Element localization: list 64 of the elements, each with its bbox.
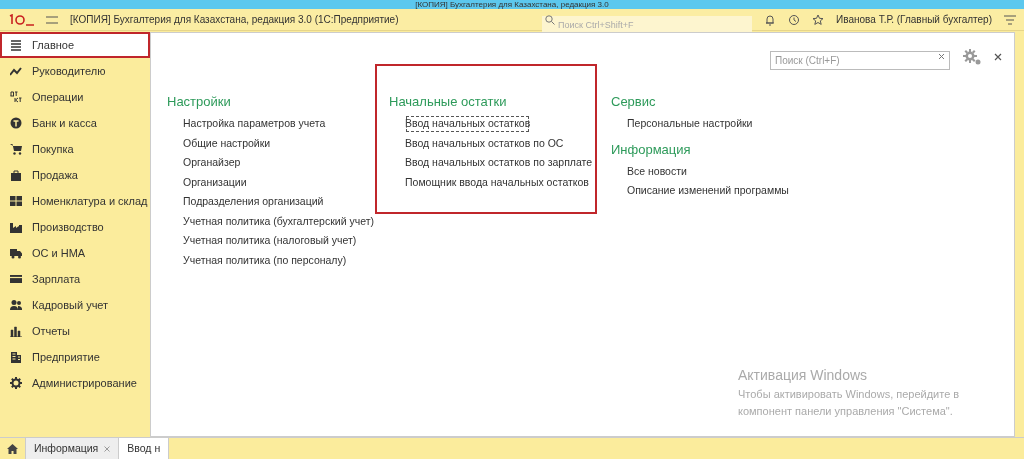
link[interactable]: Ввод начальных остатков по зарплате: [404, 153, 594, 173]
link[interactable]: Учетная политика (бухгалтерский учет): [182, 211, 375, 231]
sidebar-item[interactable]: Зарплата: [0, 266, 150, 292]
link[interactable]: Помощник ввода начальных остатков: [404, 172, 590, 192]
sidebar-item[interactable]: Банк и касса: [0, 110, 150, 136]
sidebar-item[interactable]: Главное: [0, 32, 150, 58]
building-icon: [10, 351, 22, 363]
user-name[interactable]: Иванова Т.Р. (Главный бухгалтер): [836, 12, 992, 27]
card-icon: [10, 273, 22, 285]
coin-icon: [10, 117, 22, 129]
list-icon: [10, 39, 22, 51]
settings-icon[interactable]: [962, 47, 982, 66]
link[interactable]: Организации: [182, 172, 248, 192]
link[interactable]: Общие настройки: [182, 133, 272, 153]
section-heading: Начальные остатки: [389, 93, 507, 111]
close-icon[interactable]: [994, 52, 1002, 61]
link[interactable]: Подразделения организаций: [182, 192, 325, 212]
link[interactable]: Описание изменений программы: [626, 181, 790, 201]
window-title: [КОПИЯ] Бухгалтерия для Казахстана, редакция 3.0: [415, 0, 609, 9]
link[interactable]: Персональные настройки: [626, 114, 754, 134]
search-field[interactable]: Поиск (Ctrl+F): [770, 51, 950, 70]
section-heading: Настройки: [167, 93, 231, 111]
grid-icon: [10, 195, 22, 207]
people-icon: [10, 299, 22, 311]
clear-icon[interactable]: [938, 53, 945, 60]
sidebar-item[interactable]: ОС и НМА: [0, 240, 150, 266]
search-icon: [545, 14, 556, 25]
search-field[interactable]: Поиск Ctrl+Shift+F: [542, 15, 753, 34]
sidebar-item[interactable]: Кадровый учет: [0, 292, 150, 318]
link[interactable]: Учетная политика (по персоналу): [182, 250, 348, 270]
link[interactable]: Все новости: [626, 161, 688, 181]
factory-icon: [10, 221, 22, 233]
sidebar-item[interactable]: Предприятие: [0, 344, 150, 370]
sidebar-item[interactable]: Продажа: [0, 162, 150, 188]
tab[interactable]: Ввод н: [119, 438, 170, 459]
logo-icon: [8, 13, 34, 26]
sidebar-item[interactable]: Администрирование: [0, 370, 150, 396]
app-title: [КОПИЯ] Бухгалтерия для Казахстана, редакция 3.0 (1С:Предприятие): [70, 13, 399, 27]
activation-title: Активация Windows: [738, 366, 869, 385]
sidebar-item[interactable]: Руководителю: [0, 58, 150, 84]
home-icon: [7, 443, 18, 454]
cart-icon: [10, 143, 22, 155]
gear-icon: [10, 377, 22, 389]
activation-text: Чтобы активировать Windows, перейдите в компонент панели управления "Система".: [738, 387, 961, 419]
section-heading: Сервис: [611, 93, 656, 111]
link[interactable]: Настройка параметров учета: [182, 114, 327, 134]
sidebar-item[interactable]: Отчеты: [0, 318, 150, 344]
bag-icon: [10, 169, 22, 181]
link[interactable]: Учетная политика (налоговый учет): [182, 231, 358, 251]
sidebar-item[interactable]: Номенклатура и склад: [0, 188, 150, 214]
history-icon[interactable]: [788, 13, 801, 26]
sidebar-item[interactable]: Операции: [0, 84, 150, 110]
tab[interactable]: Информация: [26, 438, 120, 459]
link[interactable]: Ввод начальных остатков по ОС: [404, 133, 565, 153]
section-heading: Информация: [611, 140, 691, 159]
sidebar-item[interactable]: Производство: [0, 214, 150, 240]
trend-line-icon: [10, 65, 22, 77]
star-icon[interactable]: [812, 13, 825, 26]
link[interactable]: Органайзер: [182, 153, 242, 173]
debit-credit-icon: [10, 91, 22, 103]
sidebar-item[interactable]: Покупка: [0, 136, 150, 162]
bar-chart-icon: [10, 325, 22, 337]
bell-icon[interactable]: [764, 13, 777, 26]
truck-icon: [10, 247, 22, 259]
